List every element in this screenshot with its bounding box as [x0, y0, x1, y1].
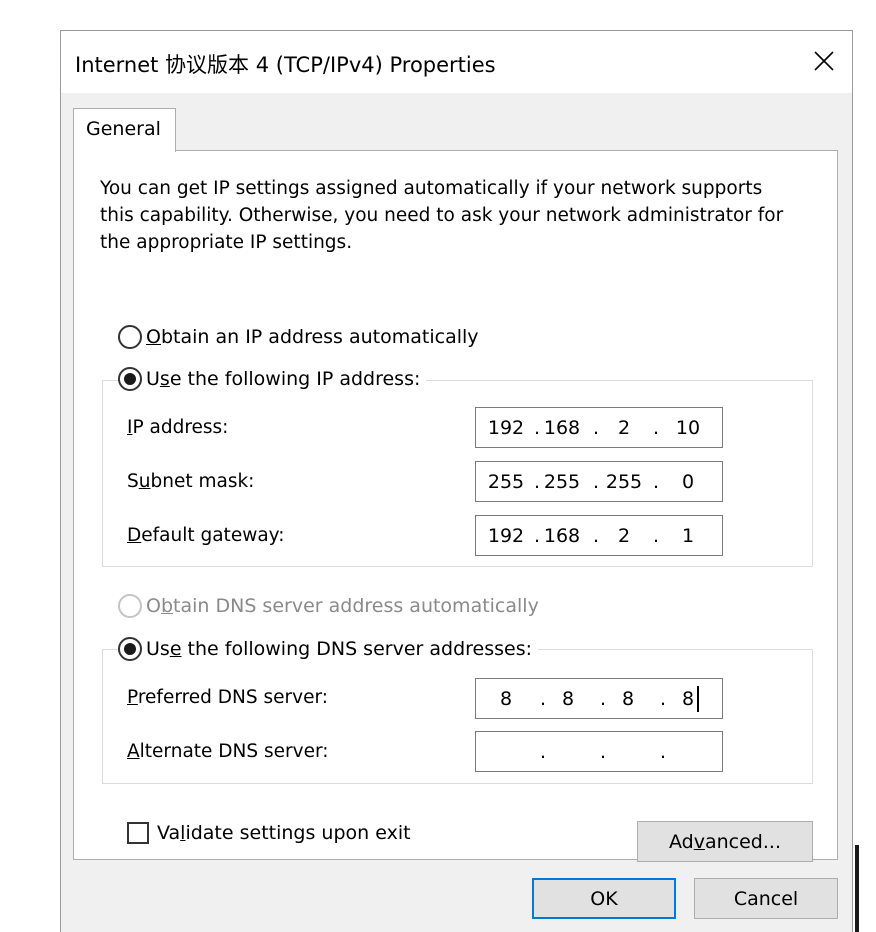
radio-indicator [118, 325, 142, 349]
gateway-octet-1: 192 [487, 525, 525, 547]
use-following-dns-radio[interactable]: Use the following DNS server addresses: [118, 637, 538, 661]
close-icon [814, 51, 834, 71]
use-following-dns-label: Use the following DNS server addresses: [146, 638, 532, 660]
subnet-mask-label: Subnet mask: [127, 471, 255, 492]
octet-separator: . [653, 471, 660, 493]
octet-separator: . [593, 417, 600, 439]
obtain-ip-auto-radio[interactable]: Obtain an IP address automatically [118, 325, 485, 349]
tcpip-properties-dialog: Internet 协议版本 4 (TCP/IPv4) Properties Ge… [60, 30, 853, 932]
advanced-button-label: Advanced... [669, 830, 781, 853]
ip-octet-3: 2 [617, 417, 631, 439]
ip-address-label: IP address: [127, 417, 229, 438]
obtain-ip-auto-label: Obtain an IP address automatically [146, 326, 479, 348]
validate-settings-label: Validate settings upon exit [157, 822, 411, 844]
ok-button[interactable]: OK [532, 878, 676, 919]
checkbox-indicator [127, 822, 149, 844]
preferred-dns-label: Preferred DNS server: [127, 687, 328, 708]
radio-indicator-checked [118, 637, 142, 661]
octet-separator: . [653, 525, 660, 547]
ip-octet-4: 10 [675, 417, 701, 439]
octet-separator: . [600, 741, 607, 763]
use-following-ip-radio[interactable]: Use the following IP address: [118, 367, 427, 391]
intro-text: You can get IP settings assigned automat… [100, 178, 784, 253]
radio-indicator-disabled [118, 594, 142, 618]
gateway-octet-2: 168 [543, 525, 581, 547]
mask-octet-1: 255 [487, 471, 525, 493]
octet-separator: . [593, 525, 600, 547]
mask-octet-4: 0 [681, 471, 695, 493]
validate-settings-checkbox[interactable]: Validate settings upon exit [127, 822, 411, 844]
mask-octet-2: 255 [543, 471, 581, 493]
close-button[interactable] [804, 41, 844, 81]
ip-address-input[interactable]: 192 . 168 . 2 . 10 [475, 407, 723, 448]
ip-octet-1: 192 [487, 417, 525, 439]
window-title: Internet 协议版本 4 (TCP/IPv4) Properties [75, 53, 496, 77]
gateway-octet-4: 1 [681, 525, 695, 547]
pref-dns-octet-4: 8 [681, 688, 695, 710]
text-caret [697, 686, 699, 712]
octet-separator: . [540, 741, 547, 763]
octet-separator: . [660, 741, 667, 763]
mask-octet-3: 255 [605, 471, 643, 493]
octet-separator: . [593, 471, 600, 493]
octet-separator: . [653, 417, 660, 439]
obtain-dns-auto-label: Obtain DNS server address automatically [146, 595, 539, 617]
pref-dns-octet-1: 8 [499, 688, 513, 710]
tab-general[interactable]: General [73, 108, 176, 152]
background-window-edge [855, 845, 859, 932]
gateway-octet-3: 2 [617, 525, 631, 547]
use-following-ip-label: Use the following IP address: [146, 368, 421, 390]
advanced-button[interactable]: Advanced... [637, 821, 813, 862]
preferred-dns-input[interactable]: 8 . 8 . 8 . 8 [475, 678, 723, 719]
default-gateway-label: Default gateway: [127, 525, 285, 546]
pref-dns-octet-3: 8 [621, 688, 635, 710]
pref-dns-octet-2: 8 [561, 688, 575, 710]
default-gateway-input[interactable]: 192 . 168 . 2 . 1 [475, 515, 723, 556]
alternate-dns-label: Alternate DNS server: [127, 741, 329, 762]
alternate-dns-input[interactable]: . . . [475, 731, 723, 772]
cancel-button[interactable]: Cancel [694, 878, 838, 919]
radio-indicator-checked [118, 367, 142, 391]
subnet-mask-input[interactable]: 255 . 255 . 255 . 0 [475, 461, 723, 502]
obtain-dns-auto-radio[interactable]: Obtain DNS server address automatically [118, 594, 545, 618]
general-panel: You can get IP settings assigned automat… [73, 150, 838, 862]
title-bar: Internet 协议版本 4 (TCP/IPv4) Properties [61, 31, 852, 93]
ip-octet-2: 168 [543, 417, 581, 439]
